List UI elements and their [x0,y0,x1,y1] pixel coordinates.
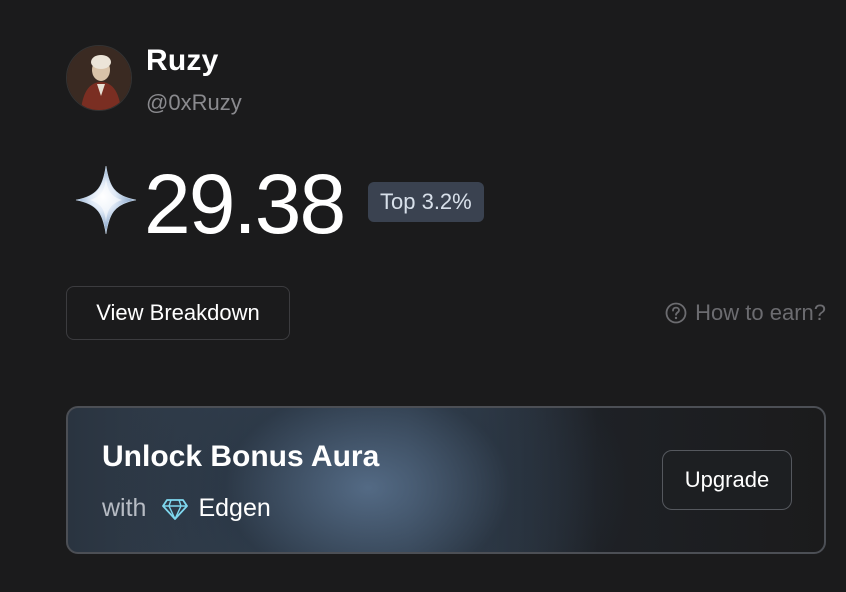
help-circle-icon [665,302,687,324]
aura-score: 29.38 [144,157,346,251]
sparkle-star-icon [74,164,138,236]
profile-handle: @0xRuzy [146,90,242,115]
promo-title: Unlock Bonus Aura [102,440,380,473]
diamond-icon [162,498,189,520]
upgrade-button[interactable]: Upgrade [662,450,792,510]
view-breakdown-button[interactable]: View Breakdown [66,286,290,340]
portrait-image [67,46,131,110]
promo-brand: Edgen [198,494,271,522]
how-to-earn-label: How to earn? [695,300,826,325]
rank-badge: Top 3.2% [368,182,484,222]
how-to-earn-link[interactable]: How to earn? [665,300,826,326]
profile-name: Ruzy [146,44,219,77]
avatar [66,45,132,111]
promo-subtitle: with Edgen [102,494,271,523]
unlock-bonus-card: Unlock Bonus Aura with Edgen Upgrade [66,406,826,554]
promo-with-label: with [102,494,147,522]
